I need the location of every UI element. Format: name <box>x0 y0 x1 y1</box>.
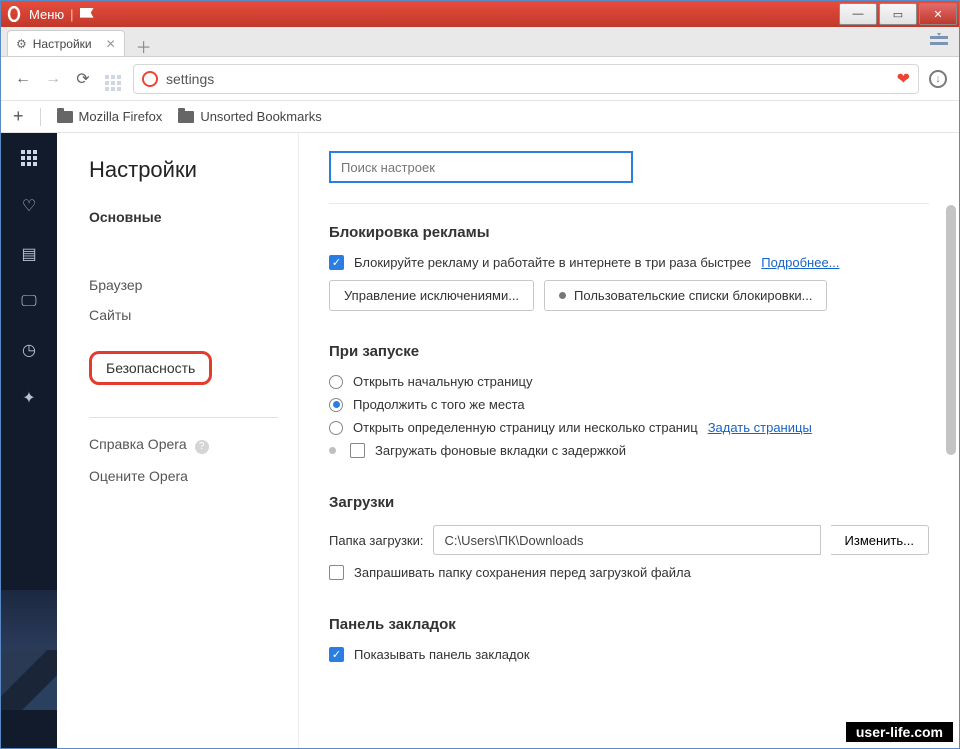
bullet-icon <box>329 447 336 454</box>
opera-url-icon <box>142 71 158 87</box>
download-ask-checkbox[interactable] <box>329 565 344 580</box>
easy-setup-icon[interactable] <box>929 33 949 52</box>
section-startup-title: При запуске <box>329 343 929 360</box>
address-bar: ← → ⟳ ❤ ↓ <box>1 57 959 101</box>
settings-main: Блокировка рекламы ✓ Блокируйте рекламу … <box>299 133 959 748</box>
folder-icon <box>57 111 73 123</box>
sidebar-item-sites[interactable]: Сайты <box>89 307 278 323</box>
download-folder-label: Папка загрузки: <box>329 533 423 548</box>
sidebar-item-browser[interactable]: Браузер <box>89 277 278 293</box>
help-icon: ? <box>195 440 209 454</box>
add-bookmark-button[interactable]: + <box>13 106 24 127</box>
settings-search-input[interactable] <box>329 151 633 183</box>
checkbox-label: Загружать фоновые вкладки с задержкой <box>375 443 626 458</box>
opera-logo-icon <box>3 3 25 25</box>
downloads-icon[interactable]: ↓ <box>929 70 947 88</box>
bookmark-folder-unsorted[interactable]: Unsorted Bookmarks <box>178 109 321 124</box>
download-change-button[interactable]: Изменить... <box>831 525 929 555</box>
startup-set-pages-link[interactable]: Задать страницы <box>708 420 812 435</box>
adblock-checkbox[interactable]: ✓ <box>329 255 344 270</box>
left-rail: ♡ ▤ 🖵 ◷ ✦ <box>1 133 57 748</box>
scrollbar-thumb[interactable] <box>946 205 956 455</box>
section-adblock-title: Блокировка рекламы <box>329 224 929 241</box>
back-button[interactable]: ← <box>13 70 33 88</box>
adblock-lists-button[interactable]: Пользовательские списки блокировки... <box>544 280 827 311</box>
rail-history-icon[interactable]: ◷ <box>18 339 40 361</box>
tab-close-icon[interactable]: ✕ <box>106 37 116 51</box>
window-titlebar: Меню | — ▭ ✕ <box>1 1 959 27</box>
bookmarks-bar: + Mozilla Firefox Unsorted Bookmarks <box>1 101 959 133</box>
sidebar-divider <box>89 417 278 418</box>
sidebar-item-label: Справка Opera <box>89 436 187 452</box>
button-label: Управление исключениями... <box>344 288 519 303</box>
settings-sidebar: Настройки Основные Браузер Сайты Безопас… <box>57 133 299 748</box>
startup-radio-home[interactable] <box>329 375 343 389</box>
bookmark-heart-icon[interactable]: ❤ <box>897 69 910 89</box>
rail-sync-icon[interactable]: 🖵 <box>18 291 40 313</box>
bookmarks-show-checkbox[interactable]: ✓ <box>329 647 344 662</box>
rail-wallpaper <box>1 590 57 710</box>
sidebar-item-rate[interactable]: Оцените Opera <box>89 468 278 484</box>
tab-strip: ⚙ Настройки ✕ ＋ <box>1 27 959 57</box>
checkbox-label: Запрашивать папку сохранения перед загру… <box>354 565 691 580</box>
bookmark-separator <box>40 108 41 126</box>
bookmark-label: Mozilla Firefox <box>79 109 163 124</box>
titlebar-separator: | <box>70 7 73 22</box>
rail-heart-icon[interactable]: ♡ <box>18 195 40 217</box>
bookmark-label: Unsorted Bookmarks <box>200 109 321 124</box>
forward-button[interactable]: → <box>43 70 63 88</box>
tab-settings[interactable]: ⚙ Настройки ✕ <box>7 30 125 56</box>
bookmark-folder-firefox[interactable]: Mozilla Firefox <box>57 109 163 124</box>
sidebar-item-security[interactable]: Безопасность <box>89 351 212 385</box>
speed-dial-icon[interactable] <box>103 66 123 91</box>
download-folder-input[interactable] <box>433 525 820 555</box>
rail-extensions-icon[interactable]: ✦ <box>18 387 40 409</box>
rail-news-icon[interactable]: ▤ <box>18 243 40 265</box>
menu-button[interactable]: Меню <box>29 7 64 22</box>
adblock-label: Блокируйте рекламу и работайте в интерне… <box>354 255 751 270</box>
window-maximize-button[interactable]: ▭ <box>879 3 917 25</box>
window-close-button[interactable]: ✕ <box>919 3 957 25</box>
startup-bgtabs-checkbox[interactable] <box>350 443 365 458</box>
sidebar-group-basic[interactable]: Основные <box>89 209 278 225</box>
gear-icon: ⚙ <box>16 37 27 51</box>
section-downloads-title: Загрузки <box>329 494 929 511</box>
adblock-exceptions-button[interactable]: Управление исключениями... <box>329 280 534 311</box>
flag-icon[interactable] <box>80 8 94 20</box>
bullet-icon <box>559 292 566 299</box>
page-title: Настройки <box>89 157 278 183</box>
address-input[interactable] <box>166 71 889 87</box>
radio-label: Открыть определенную страницу или нескол… <box>353 420 698 435</box>
watermark: user-life.com <box>846 722 953 742</box>
button-label: Пользовательские списки блокировки... <box>574 288 812 303</box>
rail-speed-dial-icon[interactable] <box>18 147 40 169</box>
address-field-wrap[interactable]: ❤ <box>133 64 919 94</box>
radio-label: Открыть начальную страницу <box>353 374 533 389</box>
section-bookmarks-title: Панель закладок <box>329 616 929 633</box>
scrollbar[interactable] <box>945 133 957 748</box>
new-tab-button[interactable]: ＋ <box>133 36 155 56</box>
folder-icon <box>178 111 194 123</box>
reload-button[interactable]: ⟳ <box>73 69 93 89</box>
radio-label: Продолжить с того же места <box>353 397 525 412</box>
section-divider <box>329 203 929 204</box>
sidebar-item-help[interactable]: Справка Opera ? <box>89 436 278 454</box>
checkbox-label: Показывать панель закладок <box>354 647 530 662</box>
tab-title: Настройки <box>33 37 92 51</box>
adblock-more-link[interactable]: Подробнее... <box>761 255 839 270</box>
window-minimize-button[interactable]: — <box>839 3 877 25</box>
startup-radio-pages[interactable] <box>329 421 343 435</box>
startup-radio-continue[interactable] <box>329 398 343 412</box>
